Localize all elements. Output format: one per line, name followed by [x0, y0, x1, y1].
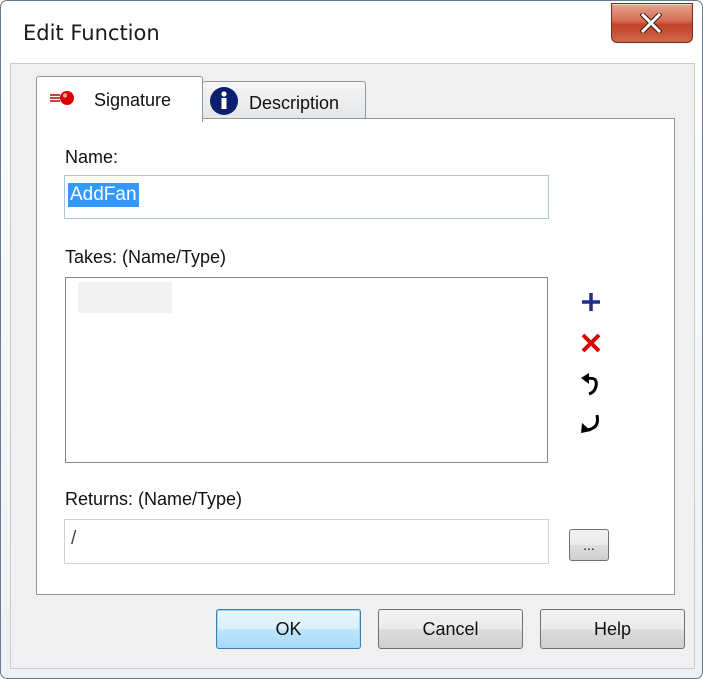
info-icon [210, 87, 238, 115]
title-bar[interactable]: Edit Function [1, 1, 702, 63]
close-button[interactable] [611, 3, 693, 43]
dialog-body: Signature Description Name: AddFan Takes… [10, 63, 695, 669]
tab-signature-label: Signature [94, 90, 172, 110]
red-ball-icon [50, 91, 74, 105]
name-value: AddFan [68, 183, 139, 207]
help-button[interactable]: Help [540, 609, 685, 649]
takes-list-empty-row [78, 282, 172, 313]
add-icon[interactable] [579, 290, 603, 314]
tab-description-label: Description [249, 93, 340, 113]
name-input[interactable]: AddFan [64, 175, 549, 219]
takes-list[interactable] [65, 277, 548, 463]
ok-button[interactable]: OK [216, 609, 361, 649]
signature-panel: Name: AddFan Takes: (Name/Type) Returns:… [36, 118, 675, 595]
returns-label: Returns: (Name/Type) [65, 489, 243, 509]
name-label: Name: [65, 147, 119, 167]
close-icon [640, 13, 662, 33]
move-up-icon[interactable] [579, 372, 603, 398]
move-down-icon[interactable] [579, 411, 603, 437]
cancel-button[interactable]: Cancel [378, 609, 523, 649]
tab-description[interactable]: Description [202, 81, 366, 122]
browse-button[interactable]: ... [569, 529, 609, 561]
dialog-title: Edit Function [23, 21, 160, 45]
returns-value: / [71, 528, 77, 549]
tab-signature[interactable]: Signature [36, 76, 203, 122]
delete-icon[interactable] [579, 331, 603, 355]
returns-input[interactable]: / [64, 519, 549, 564]
takes-label: Takes: (Name/Type) [65, 247, 227, 267]
edit-function-dialog: Edit Function Signature Description Name… [0, 0, 703, 679]
